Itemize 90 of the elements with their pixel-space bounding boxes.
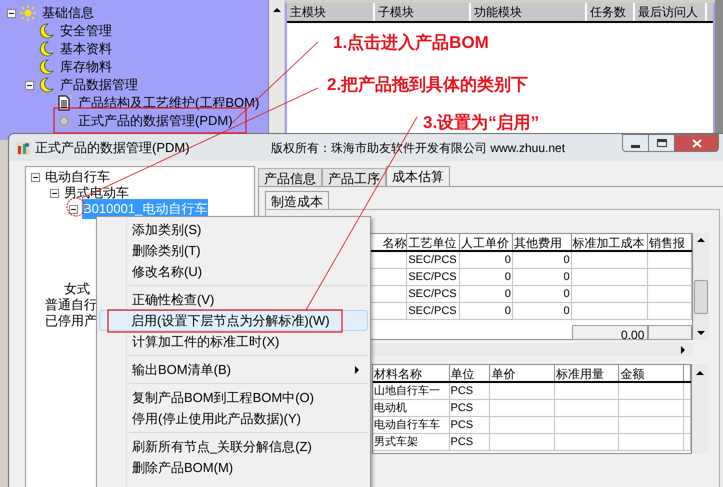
table-cell: PCS [450, 434, 490, 450]
tree-item[interactable]: 基本资料 [60, 39, 112, 59]
menu-item[interactable]: 添加类别(S) [99, 219, 368, 240]
menu-item[interactable]: 修改名称(U) [99, 261, 368, 282]
annotation-text: 2.把产品拖到具体的类别下 [327, 74, 528, 96]
annotation-text: 3.设置为“启用” [423, 112, 540, 134]
column-header[interactable]: 其他费用 [512, 234, 572, 250]
tree-item[interactable]: 电动自行车 [44, 167, 111, 187]
document-icon [56, 95, 74, 111]
maximize-button[interactable] [649, 134, 675, 152]
table-cell: 0 [512, 252, 572, 268]
scroll-up-icon[interactable] [696, 371, 704, 375]
table-cell: SEC/PCS [407, 303, 460, 319]
minimize-button[interactable] [622, 134, 649, 152]
minimize-icon [631, 144, 640, 148]
column-header[interactable]: 金额 [619, 365, 684, 381]
table-cell: 电动自行车车 [373, 417, 450, 433]
tab[interactable]: 制造成本 [265, 191, 329, 209]
menu-item[interactable]: 复制产品BOM到工程BOM中(O) [99, 387, 368, 408]
app-icon [15, 140, 31, 156]
table-cell: 0 [512, 269, 572, 285]
tree-item[interactable]: 基础信息 [42, 3, 94, 23]
scroll-thumb[interactable] [694, 280, 708, 314]
table-cell: SEC/PCS [407, 286, 460, 302]
moon-icon [38, 77, 56, 93]
vertical-scrollbar[interactable] [693, 233, 709, 340]
collapse-icon[interactable] [31, 172, 40, 182]
table-cell: 男式车架 [373, 434, 450, 450]
highlight-circle [66, 198, 86, 216]
table-cell: 电动机 [373, 400, 450, 416]
moon-icon [38, 41, 56, 57]
vertical-scrollbar[interactable] [692, 364, 708, 454]
collapse-icon[interactable] [25, 80, 34, 90]
column-header[interactable]: 销售报 [648, 234, 692, 250]
maximize-icon [656, 139, 666, 147]
tree-item[interactable]: 库存物料 [60, 57, 112, 77]
column-header[interactable]: 子模块 [375, 3, 471, 21]
column-header[interactable]: 人工单价 [460, 234, 513, 250]
table-cell: PCS [450, 417, 490, 433]
column-header[interactable]: 标准加工成本 [572, 234, 648, 250]
column-header[interactable]: 最后访问人 [635, 3, 707, 21]
table-cell: 0 [460, 303, 513, 319]
table-cell: 0 [460, 286, 513, 302]
collapse-icon[interactable] [7, 8, 16, 18]
table-cell: 0 [460, 269, 513, 285]
menu-item[interactable]: 停用(停止使用此产品数据)(Y) [99, 408, 368, 429]
menu-item[interactable]: 删除产品BOM(M) [99, 457, 368, 478]
scroll-up-icon[interactable] [697, 238, 705, 242]
moon-icon [38, 23, 56, 39]
tree-item[interactable]: 安全管理 [60, 21, 112, 41]
moon-icon [38, 59, 56, 75]
tab[interactable]: 产品信息 [258, 168, 322, 186]
column-header[interactable]: 主模块 [287, 3, 375, 21]
column-header[interactable]: 工艺单位 [407, 234, 460, 250]
tab[interactable]: 产品工序 [322, 168, 386, 186]
column-header[interactable]: 标准用量 [554, 365, 620, 381]
collapse-icon[interactable] [50, 188, 59, 198]
table-cell: 0 [512, 286, 572, 302]
scroll-up-icon[interactable] [272, 8, 280, 12]
menu-item[interactable]: 正确性检查(V) [99, 289, 368, 310]
scroll-down-icon[interactable] [697, 331, 705, 335]
menu-item[interactable]: 删除类别(T) [99, 240, 368, 261]
close-icon [692, 138, 702, 148]
column-header[interactable]: 单位 [450, 365, 490, 381]
close-button[interactable] [675, 134, 719, 152]
table-cell: 0 [512, 303, 572, 319]
tree-item[interactable]: 产品数据管理 [60, 75, 138, 95]
column-header[interactable]: 功能模块 [471, 3, 587, 21]
menu-item[interactable]: 输出BOM清单(B) [99, 359, 368, 380]
table-cell: 0 [460, 252, 513, 268]
annotation-text: 1.点击进入产品BOM [333, 32, 489, 54]
column-header[interactable]: 任务数 [587, 3, 635, 21]
column-header[interactable]: 材料名称 [373, 365, 450, 381]
table-cell: PCS [450, 383, 490, 399]
value-field [648, 325, 692, 340]
tab[interactable]: 成本估算 [386, 166, 450, 186]
window-title: 正式产品的数据管理(PDM) [35, 138, 191, 157]
table-cell: PCS [450, 400, 490, 416]
sun-icon [20, 5, 38, 21]
table-cell: SEC/PCS [407, 269, 460, 285]
total-field: 0.00 [572, 325, 648, 340]
menu-item[interactable]: 刷新所有节点_关联分解信息(Z) [99, 436, 368, 457]
scroll-right-icon[interactable] [681, 346, 685, 354]
menu-item[interactable]: 计算加工件的标准工时(X) [99, 331, 368, 352]
table-cell: SEC/PCS [407, 252, 460, 268]
table-cell: 山地自行车一 [373, 383, 450, 399]
collapse-icon[interactable] [69, 204, 78, 214]
tree-item[interactable]: 正式产品的数据管理(PDM) [78, 111, 233, 131]
menu-item[interactable]: 启用(设置下层节点为分解标准)(W) [99, 310, 368, 331]
column-header[interactable]: 单价 [490, 365, 555, 381]
